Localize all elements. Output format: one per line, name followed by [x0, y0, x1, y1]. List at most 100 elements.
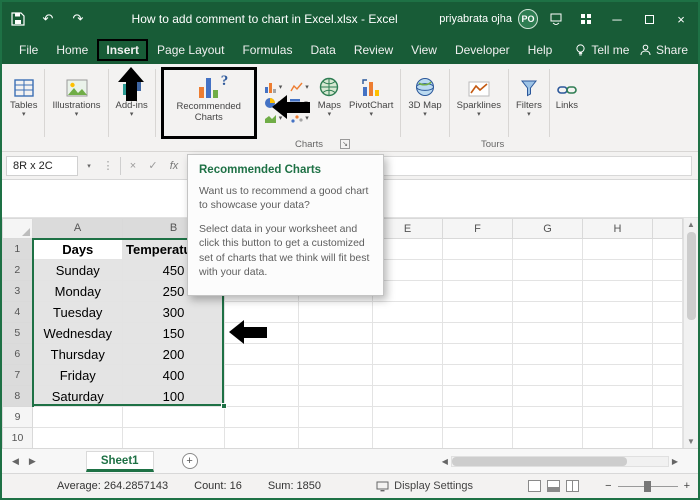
cell[interactable] [442, 238, 513, 260]
cell[interactable] [652, 343, 683, 365]
name-box-dropdown-icon[interactable]: ▾ [82, 156, 96, 176]
cell[interactable] [582, 301, 653, 323]
3d-map-button[interactable]: 3D Map ▾ [404, 67, 445, 139]
redo-icon[interactable]: ↷ [66, 7, 90, 31]
fill-handle[interactable] [221, 403, 227, 409]
tab-review[interactable]: Review [345, 39, 402, 61]
cell[interactable] [582, 427, 653, 449]
cell[interactable] [512, 259, 583, 281]
sheet-nav-left-icon[interactable]: ◀ [12, 456, 19, 467]
row-header-4[interactable]: 4 [2, 301, 34, 323]
scroll-right-icon[interactable]: ▶ [672, 457, 678, 466]
cell[interactable] [582, 259, 653, 281]
undo-icon[interactable]: ↶ [36, 7, 60, 31]
horizontal-scroll-thumb[interactable] [451, 456, 627, 466]
cell[interactable] [298, 406, 373, 428]
cell[interactable] [372, 427, 443, 449]
sparklines-button[interactable]: Sparklines ▾ [453, 67, 505, 139]
illustrations-button[interactable]: Illustrations ▾ [48, 67, 104, 139]
save-icon[interactable] [6, 7, 30, 31]
tab-developer[interactable]: Developer [446, 39, 519, 61]
recommended-charts-button[interactable]: ? Recommended Charts [160, 67, 257, 139]
cell[interactable] [224, 427, 299, 449]
column-header-partial[interactable] [652, 218, 683, 239]
maximize-button[interactable] [636, 6, 662, 32]
vertical-scrollbar[interactable]: ▲ ▼ [683, 218, 698, 448]
cell[interactable] [32, 427, 123, 449]
horizontal-scrollbar[interactable]: ◀ ▶ [442, 455, 678, 467]
cell[interactable] [122, 427, 225, 449]
charts-dialog-launcher-icon[interactable]: ↘ [340, 139, 350, 149]
cell[interactable] [298, 385, 373, 407]
tables-button[interactable]: Tables ▾ [6, 67, 41, 139]
insert-function-icon[interactable]: fx [165, 160, 183, 172]
select-all-corner[interactable] [2, 218, 33, 239]
cell-A5[interactable]: Wednesday [32, 322, 123, 344]
cell-B7[interactable]: 400 [122, 364, 225, 386]
ribbon-options-icon[interactable] [544, 7, 568, 31]
name-box[interactable]: 8R x 2C [6, 155, 78, 176]
vertical-scroll-thumb[interactable] [686, 232, 696, 320]
cell[interactable] [298, 301, 373, 323]
cell[interactable] [512, 427, 583, 449]
cell[interactable] [652, 427, 683, 449]
cell[interactable] [512, 385, 583, 407]
cell[interactable] [512, 322, 583, 344]
cell[interactable] [652, 301, 683, 323]
cell[interactable] [512, 280, 583, 302]
cell-A7[interactable]: Friday [32, 364, 123, 386]
zoom-in-icon[interactable]: + [684, 480, 690, 492]
row-header-6[interactable]: 6 [2, 343, 34, 365]
cell[interactable] [224, 364, 299, 386]
cell[interactable] [582, 385, 653, 407]
cell[interactable] [652, 322, 683, 344]
cell[interactable] [298, 343, 373, 365]
cell[interactable] [298, 322, 373, 344]
row-header-1[interactable]: 1 [2, 238, 34, 260]
cell[interactable] [442, 343, 513, 365]
row-header-2[interactable]: 2 [2, 259, 34, 281]
cell[interactable] [298, 427, 373, 449]
cell[interactable] [512, 238, 583, 260]
page-break-view-icon[interactable] [566, 480, 580, 492]
cell[interactable] [652, 259, 683, 281]
cell[interactable] [224, 406, 299, 428]
share-button[interactable]: Share [640, 43, 688, 57]
page-layout-view-icon[interactable] [547, 480, 561, 492]
cell-B5[interactable]: 150 [122, 322, 225, 344]
cell-A6[interactable]: Thursday [32, 343, 123, 365]
cell[interactable] [652, 385, 683, 407]
scroll-left-icon[interactable]: ◀ [442, 457, 448, 466]
new-sheet-button[interactable]: + [181, 453, 198, 469]
row-header-10[interactable]: 10 [2, 427, 33, 449]
cell-B4[interactable]: 300 [122, 301, 225, 323]
row-header-8[interactable]: 8 [2, 385, 34, 407]
column-header-F[interactable]: F [442, 218, 513, 239]
tab-formulas[interactable]: Formulas [233, 39, 301, 61]
horizontal-scroll-track[interactable] [450, 455, 669, 467]
cell[interactable] [582, 343, 653, 365]
tab-file[interactable]: File [10, 39, 47, 61]
cell[interactable] [442, 385, 513, 407]
display-settings-button[interactable]: Display Settings [376, 480, 473, 492]
tab-help[interactable]: Help [519, 39, 562, 61]
cell[interactable] [652, 364, 683, 386]
tab-data[interactable]: Data [301, 39, 344, 61]
cell[interactable] [442, 406, 513, 428]
cell[interactable] [512, 364, 583, 386]
column-chart-button[interactable]: ▾ [264, 82, 282, 93]
cell[interactable] [372, 364, 443, 386]
scroll-down-icon[interactable]: ▼ [687, 437, 695, 446]
cell-B8[interactable]: 100 [122, 385, 225, 407]
cell[interactable] [582, 406, 653, 428]
enter-icon[interactable]: ✓ [145, 159, 161, 172]
tab-view[interactable]: View [402, 39, 446, 61]
sheet-nav-right-icon[interactable]: ▶ [29, 456, 36, 467]
minimize-button[interactable]: ─ [604, 6, 630, 32]
cell[interactable] [442, 259, 513, 281]
zoom-slider[interactable] [617, 480, 678, 492]
avatar[interactable]: PO [518, 9, 538, 29]
cell-A2[interactable]: Sunday [32, 259, 123, 281]
pivotchart-button[interactable]: PivotChart ▾ [345, 67, 397, 139]
scroll-up-icon[interactable]: ▲ [687, 220, 695, 229]
